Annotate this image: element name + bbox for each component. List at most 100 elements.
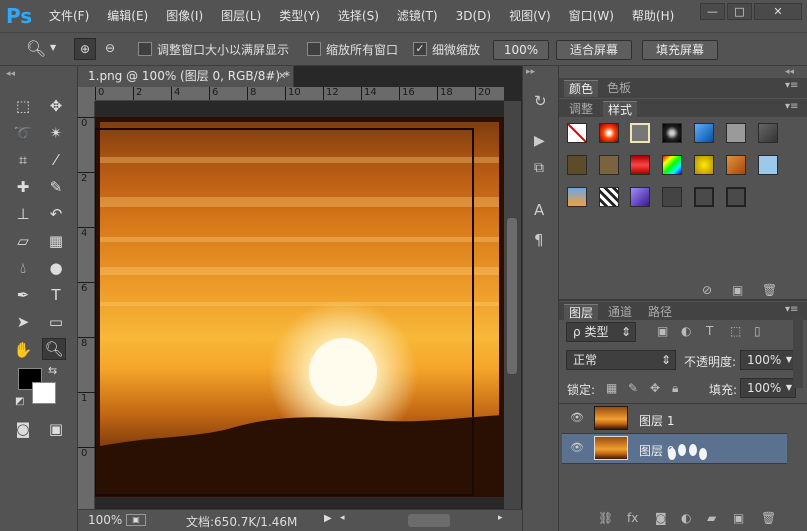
opacity-input[interactable]: 100% ▼ <box>740 350 796 370</box>
style-swatch[interactable] <box>599 187 619 207</box>
filter-smart-icon[interactable]: ▯ <box>754 324 761 338</box>
style-swatch[interactable] <box>630 187 650 207</box>
zoom-level[interactable]: 100% <box>88 513 122 527</box>
layer-style-fx-icon[interactable]: fx <box>627 511 638 525</box>
type-tool-icon[interactable]: T <box>44 284 68 306</box>
menu-type[interactable]: 类型(Y) <box>270 0 329 32</box>
magic-wand-icon[interactable]: ✴ <box>44 122 68 144</box>
maximize-button[interactable]: □ <box>727 3 752 20</box>
layers-scrollbar[interactable] <box>793 316 803 388</box>
lock-pixels-icon[interactable]: ✎ <box>628 381 638 395</box>
style-swatch[interactable] <box>758 123 778 143</box>
style-swatch[interactable] <box>599 123 619 143</box>
paragraph-panel-icon[interactable]: ¶ <box>534 231 544 249</box>
style-swatch[interactable] <box>694 155 714 175</box>
gradient-tool-icon[interactable]: ▦ <box>44 230 68 252</box>
3d-panel-icon[interactable]: ⧉ <box>534 160 544 176</box>
visibility-eye-icon[interactable]: 👁︎ <box>570 442 584 453</box>
filter-pixel-icon[interactable]: ▣ <box>657 324 668 338</box>
swap-colors-icon[interactable]: ⇆ <box>48 364 57 377</box>
zoom-all-windows-checkbox[interactable] <box>307 42 321 56</box>
new-layer-icon[interactable]: ▣ <box>733 511 744 525</box>
lock-transparent-icon[interactable]: ▦ <box>606 381 617 395</box>
style-swatch-none[interactable] <box>567 123 587 143</box>
close-tab-icon[interactable]: ✕ <box>278 66 286 87</box>
eyedropper-icon[interactable]: ⁄ <box>44 149 68 171</box>
layer-row-1[interactable]: 👁︎ 图层 1 <box>562 404 787 434</box>
status-menu-arrow-icon[interactable]: ▶ <box>324 513 332 524</box>
fit-screen-button[interactable]: 适合屏幕 <box>556 40 632 60</box>
pen-tool-icon[interactable]: ✒ <box>11 284 35 306</box>
clear-style-icon[interactable]: ⊘ <box>702 283 712 297</box>
tab-swatches[interactable]: 色板 <box>602 80 637 96</box>
rectangle-tool-icon[interactable]: ▭ <box>44 311 68 333</box>
style-swatch[interactable] <box>662 187 682 207</box>
filter-shape-icon[interactable]: ⬚ <box>730 324 741 338</box>
scrubby-zoom-checkbox[interactable]: ✓ <box>413 42 427 56</box>
fill-input[interactable]: 100% ▼ <box>740 378 796 398</box>
tab-paths[interactable]: 路径 <box>643 304 678 320</box>
panel-menu-icon[interactable]: ▾≡ <box>785 304 798 315</box>
actions-panel-icon[interactable]: ▶ <box>534 133 545 149</box>
style-swatch[interactable] <box>662 123 682 143</box>
move-tool-icon[interactable]: ✥ <box>44 95 68 117</box>
panel-menu-icon[interactable]: ▾≡ <box>785 101 798 112</box>
panel-menu-icon[interactable]: ▾≡ <box>785 80 798 91</box>
stamp-tool-icon[interactable]: ⊥ <box>11 203 35 225</box>
zoom-in-icon[interactable]: ⊕ <box>74 38 96 60</box>
menu-image[interactable]: 图像(I) <box>157 0 212 32</box>
menu-layer[interactable]: 图层(L) <box>212 0 270 32</box>
resize-windows-checkbox[interactable] <box>138 42 152 56</box>
style-swatch[interactable] <box>567 187 587 207</box>
zoom-tool-icon[interactable]: 🔍︎ <box>42 338 66 360</box>
menu-filter[interactable]: 滤镜(T) <box>388 0 447 32</box>
zoom-out-icon[interactable]: ⊖ <box>99 38 121 60</box>
character-panel-icon[interactable]: A <box>534 201 544 219</box>
style-swatch[interactable] <box>726 123 746 143</box>
menu-file[interactable]: 文件(F) <box>40 0 98 32</box>
tab-styles[interactable]: 样式 <box>603 101 638 118</box>
fill-screen-button[interactable]: 填充屏幕 <box>642 40 718 60</box>
menu-select[interactable]: 选择(S) <box>329 0 388 32</box>
new-group-icon[interactable]: ▰ <box>707 511 716 525</box>
tab-adjustments[interactable]: 调整 <box>564 101 599 117</box>
style-swatch[interactable] <box>630 155 650 175</box>
brush-tool-icon[interactable]: ✎ <box>44 176 68 198</box>
tab-color[interactable]: 颜色 <box>564 80 599 97</box>
lock-position-icon[interactable]: ✥ <box>650 381 660 395</box>
blend-mode-select[interactable]: 正常 ⇕ <box>566 350 676 370</box>
horizontal-scroll-thumb[interactable] <box>408 514 450 527</box>
minimize-button[interactable]: — <box>700 3 725 20</box>
screen-mode-icon[interactable]: ▣ <box>44 418 68 440</box>
tab-channels[interactable]: 通道 <box>603 304 638 320</box>
tab-layers[interactable]: 图层 <box>564 304 599 321</box>
menu-window[interactable]: 窗口(W) <box>560 0 623 32</box>
ruler-origin[interactable] <box>78 87 95 101</box>
layer-filter-kind[interactable]: ρ 类型 ⇕ <box>566 322 636 342</box>
visibility-eye-icon[interactable]: 👁︎ <box>570 412 584 423</box>
menu-help[interactable]: 帮助(H) <box>623 0 683 32</box>
style-swatch[interactable] <box>694 187 714 207</box>
marquee-tool-icon[interactable]: ⬚ <box>11 95 35 117</box>
link-layers-icon[interactable]: ⛓ <box>598 511 613 525</box>
menu-edit[interactable]: 编辑(E) <box>98 0 157 32</box>
default-colors-icon[interactable]: ◩ <box>15 396 24 407</box>
history-panel-icon[interactable]: ↻ <box>534 92 547 110</box>
style-swatch[interactable] <box>567 155 587 175</box>
add-mask-icon[interactable]: ◙ <box>655 511 667 525</box>
style-swatch[interactable] <box>599 155 619 175</box>
eraser-tool-icon[interactable]: ▱ <box>11 230 35 252</box>
scroll-right-icon[interactable]: ▸ <box>498 513 503 523</box>
hand-tool-icon[interactable]: ✋ <box>11 339 35 361</box>
new-style-icon[interactable]: ▣ <box>732 283 743 297</box>
filter-adjust-icon[interactable]: ◐ <box>681 324 691 338</box>
expand-panels-icon[interactable]: ▸▸ <box>526 67 535 77</box>
document-tab[interactable]: 1.png @ 100% (图层 0, RGB/8#) * ✕ <box>78 66 294 87</box>
scroll-left-icon[interactable]: ◂ <box>340 513 345 523</box>
crop-tool-icon[interactable]: ⌗ <box>11 149 35 171</box>
style-swatch[interactable] <box>758 155 778 175</box>
quick-mask-icon[interactable]: ◙ <box>11 418 35 440</box>
close-window-button[interactable]: ✕ <box>754 3 802 20</box>
blur-tool-icon[interactable]: 💧︎ <box>11 257 35 279</box>
collapse-panels-icon[interactable]: ◂◂ <box>785 67 794 77</box>
